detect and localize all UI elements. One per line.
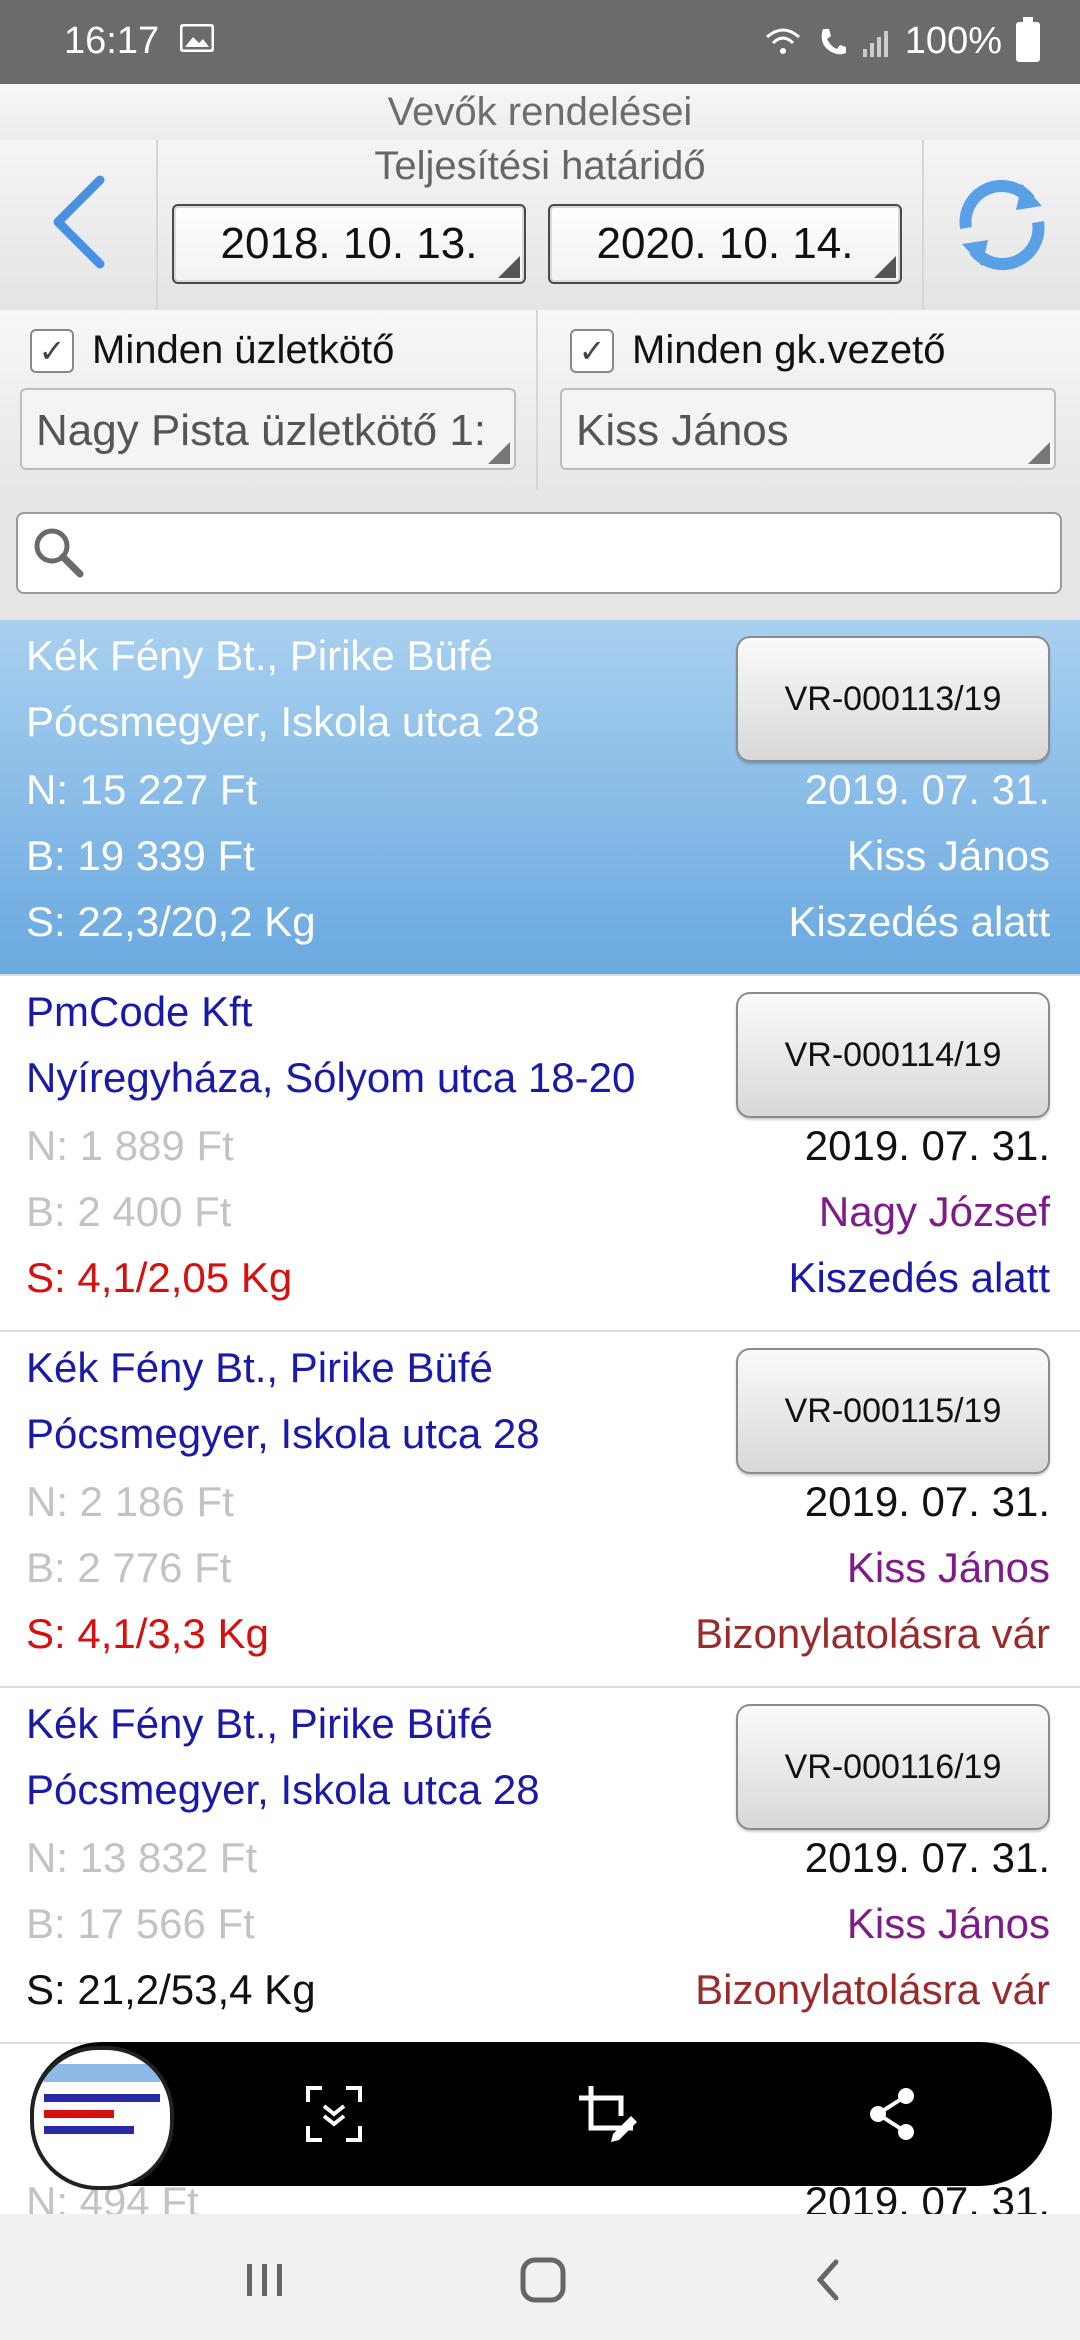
search-bar <box>0 490 1080 620</box>
document-number-button[interactable]: VR-000115/19 <box>736 1348 1050 1474</box>
driver-name: Nagy József <box>818 1188 1050 1235</box>
dropdown-corner-icon <box>1028 442 1050 464</box>
customer-name: PmCode Kft <box>26 988 253 1035</box>
all-salespersons-label: Minden üzletkötő <box>92 328 395 372</box>
chevron-left-icon <box>53 175 105 269</box>
customer-address: Pócsmegyer, Iskola utca 28 <box>26 698 540 745</box>
delivery-date: 2019. 07. 31. <box>804 1478 1050 1525</box>
net-amount: N: 15 227 Ft <box>26 766 258 813</box>
gross-amount: B: 2 776 Ft <box>26 1544 232 1591</box>
order-row[interactable]: Kék Fény Bt., Pirike Büfé Pócsmegyer, Is… <box>0 1332 1080 1688</box>
screenshot-thumbnail[interactable] <box>30 2046 174 2190</box>
date-filter-bar: Teljesítési határidő 2018. 10. 13. 2020.… <box>0 140 1080 312</box>
driver-name: Kiss János <box>846 1900 1050 1947</box>
image-notification-icon <box>180 24 214 52</box>
document-number-button[interactable]: VR-000116/19 <box>736 1704 1050 1830</box>
signal-icon <box>862 30 888 57</box>
order-status: Kiszedés alatt <box>788 898 1050 945</box>
delivery-date: 2019. 07. 31. <box>804 2186 1050 2214</box>
customer-address: Pócsmegyer, Iskola utca 28 <box>26 1766 540 1813</box>
order-row-partial[interactable]: N: 494 Ft 2019. 07. 31. <box>0 2186 1080 2214</box>
order-status: Kiszedés alatt <box>788 1254 1050 1301</box>
scroll-capture-icon[interactable] <box>302 2082 366 2146</box>
back-icon[interactable] <box>800 2250 860 2310</box>
wifi-calling-phone-icon <box>821 28 846 54</box>
date-from-field[interactable]: 2018. 10. 13. <box>172 204 526 284</box>
net-amount: N: 2 186 Ft <box>26 1478 234 1525</box>
customer-name: Kék Fény Bt., Pirike Büfé <box>26 632 493 679</box>
person-filter-bar: ✓ Minden üzletkötő Nagy Pista üzletkötő … <box>0 310 1080 492</box>
delivery-date: 2019. 07. 31. <box>804 1122 1050 1169</box>
order-row[interactable]: Kék Fény Bt., Pirike Büfé Pócsmegyer, Is… <box>0 1688 1080 2044</box>
date-from-value: 2018. 10. 13. <box>220 219 478 268</box>
weight: S: 21,2/53,4 Kg <box>26 1966 316 2013</box>
customer-name: Kék Fény Bt., Pirike Büfé <box>26 1344 493 1391</box>
order-status: Bizonylatolásra vár <box>695 1966 1050 2013</box>
customer-name: Kék Fény Bt., Pirike Büfé <box>26 1700 493 1747</box>
salesperson-select-value: Nagy Pista üzletkötő 1: <box>36 406 487 455</box>
all-salespersons-checkbox[interactable]: ✓ <box>30 328 74 373</box>
all-drivers-label: Minden gk.vezető <box>632 328 946 372</box>
document-number-button[interactable]: VR-000114/19 <box>736 992 1050 1118</box>
date-filter-label: Teljesítési határidő <box>374 144 706 188</box>
driver-name: Kiss János <box>846 1544 1050 1591</box>
screenshot-toolbar <box>30 2042 1052 2190</box>
delivery-date: 2019. 07. 31. <box>804 1834 1050 1881</box>
customer-address: Nyíregyháza, Sólyom utca 18-20 <box>26 1054 636 1101</box>
salesperson-filter: ✓ Minden üzletkötő Nagy Pista üzletkötő … <box>0 310 538 490</box>
net-amount: N: 13 832 Ft <box>26 1834 258 1881</box>
refresh-button[interactable] <box>922 140 1080 310</box>
status-bar: 16:17 100% <box>0 0 1080 84</box>
search-icon <box>34 528 84 578</box>
all-drivers-checkbox[interactable]: ✓ <box>570 328 614 373</box>
salesperson-select[interactable]: Nagy Pista üzletkötő 1: <box>20 388 516 470</box>
driver-select[interactable]: Kiss János <box>560 388 1056 470</box>
system-navigation-bar <box>0 2214 1080 2340</box>
weight: S: 22,3/20,2 Kg <box>26 898 316 945</box>
customer-address: Pócsmegyer, Iskola utca 28 <box>26 1410 540 1457</box>
gross-amount: B: 17 566 Ft <box>26 1900 255 1947</box>
driver-name: Kiss János <box>846 832 1050 879</box>
net-amount: N: 1 889 Ft <box>26 1122 234 1169</box>
wifi-call-icon <box>765 28 800 54</box>
date-to-field[interactable]: 2020. 10. 14. <box>548 204 902 284</box>
crop-icon[interactable] <box>575 2082 639 2146</box>
date-to-value: 2020. 10. 14. <box>596 219 854 268</box>
order-status: Bizonylatolásra vár <box>695 1610 1050 1657</box>
delivery-date: 2019. 07. 31. <box>804 766 1050 813</box>
order-row[interactable]: Kék Fény Bt., Pirike Büfé Pócsmegyer, Is… <box>0 620 1080 976</box>
document-number-button[interactable]: VR-000113/19 <box>736 636 1050 762</box>
dropdown-corner-icon <box>488 442 510 464</box>
order-row[interactable]: PmCode Kft Nyíregyháza, Sólyom utca 18-2… <box>0 976 1080 1332</box>
gross-amount: B: 19 339 Ft <box>26 832 255 879</box>
order-list: Kék Fény Bt., Pirike Büfé Pócsmegyer, Is… <box>0 620 1080 2044</box>
page-title: Vevők rendelései <box>0 84 1080 141</box>
all-drivers-checkbox-row[interactable]: ✓ Minden gk.vezető <box>570 328 946 373</box>
all-salespersons-checkbox-row[interactable]: ✓ Minden üzletkötő <box>30 328 394 373</box>
back-button[interactable] <box>0 140 158 310</box>
battery-level: 100% <box>904 20 1002 62</box>
recent-apps-icon[interactable] <box>235 2250 295 2310</box>
home-icon[interactable] <box>513 2250 573 2310</box>
battery-icon <box>1016 16 1040 62</box>
status-time: 16:17 <box>64 20 160 62</box>
weight: S: 4,1/2,05 Kg <box>26 1254 293 1301</box>
dropdown-corner-icon <box>874 256 896 278</box>
net-amount: N: 494 Ft <box>26 2186 199 2214</box>
search-input[interactable] <box>16 512 1062 594</box>
driver-select-value: Kiss János <box>576 406 789 455</box>
refresh-icon <box>959 179 1045 271</box>
dropdown-corner-icon <box>498 256 520 278</box>
driver-filter: ✓ Minden gk.vezető Kiss János <box>540 310 1076 490</box>
share-icon[interactable] <box>860 2082 924 2146</box>
gross-amount: B: 2 400 Ft <box>26 1188 232 1235</box>
weight: S: 4,1/3,3 Kg <box>26 1610 269 1657</box>
